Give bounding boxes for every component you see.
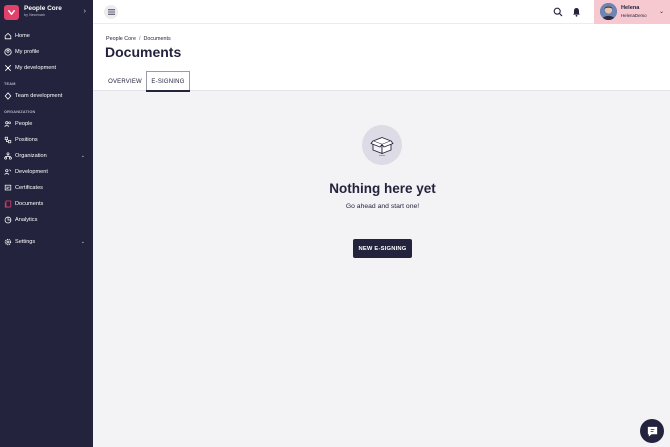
sidebar-item-organization[interactable]: Organization ⌄ <box>0 148 93 164</box>
empty-state-subtitle: Go ahead and start one! <box>345 203 420 210</box>
team-development-icon <box>4 92 12 100</box>
sidebar-item-development[interactable]: Development <box>0 164 93 180</box>
sidebar-item-my-profile[interactable]: My profile <box>0 44 93 60</box>
search-icon[interactable] <box>552 6 563 17</box>
user-name: Helena <box>621 5 640 11</box>
sidebar: People Core by Newmark › Home My profile… <box>0 0 93 447</box>
analytics-icon <box>4 216 12 224</box>
page-title: Documents <box>105 44 182 60</box>
empty-state-title: Nothing here yet <box>329 181 436 196</box>
sidebar-item-positions[interactable]: Positions <box>0 132 93 148</box>
sidebar-item-label: Documents <box>15 201 44 207</box>
chevron-down-icon[interactable]: ⌄ <box>81 239 85 245</box>
brand[interactable]: People Core by Newmark › <box>0 0 93 24</box>
tab-e-signing[interactable]: E-SIGNING <box>146 71 190 92</box>
organization-icon <box>4 152 12 160</box>
sidebar-item-label: Certificates <box>15 185 43 191</box>
user-company: HelenaDemo <box>621 13 647 18</box>
chevron-right-icon[interactable]: › <box>84 8 86 15</box>
sidebar-item-label: Settings <box>15 239 36 245</box>
breadcrumb-current: Documents <box>143 36 171 42</box>
breadcrumb: People Core / Documents <box>106 36 171 42</box>
development-icon <box>4 168 12 176</box>
brand-name: People Core <box>24 5 62 13</box>
sidebar-item-certificates[interactable]: Certificates <box>0 180 93 196</box>
sidebar-item-people[interactable]: People <box>0 116 93 132</box>
sidebar-item-label: My development <box>15 65 57 71</box>
sidebar-item-label: Analytics <box>15 217 38 223</box>
top-bar: Helena HelenaDemo ⌄ <box>93 0 670 24</box>
chevron-down-icon[interactable]: ⌄ <box>659 8 664 15</box>
sidebar-item-label: My profile <box>15 49 40 55</box>
hamburger-icon <box>107 9 115 15</box>
sidebar-item-label: Organization <box>15 153 47 159</box>
documents-icon <box>4 200 12 208</box>
sidebar-item-label: Positions <box>15 137 38 143</box>
help-chat-button[interactable] <box>640 419 664 443</box>
sidebar-item-label: Team development <box>15 93 63 99</box>
chat-icon <box>647 426 657 437</box>
certificate-icon <box>4 184 12 192</box>
chevron-down-icon[interactable]: ⌄ <box>81 153 85 159</box>
logo-icon <box>4 4 19 20</box>
menu-toggle-button[interactable] <box>104 5 118 19</box>
avatar <box>600 3 617 20</box>
empty-box-icon <box>362 125 402 165</box>
sidebar-item-settings[interactable]: Settings ⌄ <box>0 234 93 250</box>
breadcrumb-separator: / <box>138 36 141 42</box>
user-menu[interactable]: Helena HelenaDemo ⌄ <box>594 0 670 24</box>
sidebar-item-label: Home <box>15 33 30 39</box>
bell-icon[interactable] <box>571 6 582 17</box>
brand-subtitle: by Newmark <box>24 12 46 17</box>
new-e-signing-button[interactable]: NEW E-SIGNING <box>353 239 412 258</box>
home-icon <box>4 32 12 40</box>
sidebar-item-label: Development <box>15 169 48 175</box>
sidebar-item-label: People <box>15 121 33 127</box>
sidebar-item-home[interactable]: Home <box>0 28 93 44</box>
sidebar-item-analytics[interactable]: Analytics <box>0 212 93 228</box>
people-icon <box>4 120 12 128</box>
breadcrumb-root[interactable]: People Core <box>106 36 136 42</box>
positions-icon <box>4 136 12 144</box>
sidebar-item-team-development[interactable]: Team development <box>0 88 93 104</box>
sidebar-item-documents[interactable]: Documents <box>0 196 93 212</box>
development-icon <box>4 64 12 72</box>
user-icon <box>4 48 12 56</box>
page-header: People Core / Documents Documents OVERVIEW… <box>93 24 670 92</box>
gear-icon <box>4 238 12 246</box>
tab-overview[interactable]: OVERVIEW <box>107 72 143 91</box>
sidebar-item-my-development[interactable]: My development <box>0 60 93 76</box>
